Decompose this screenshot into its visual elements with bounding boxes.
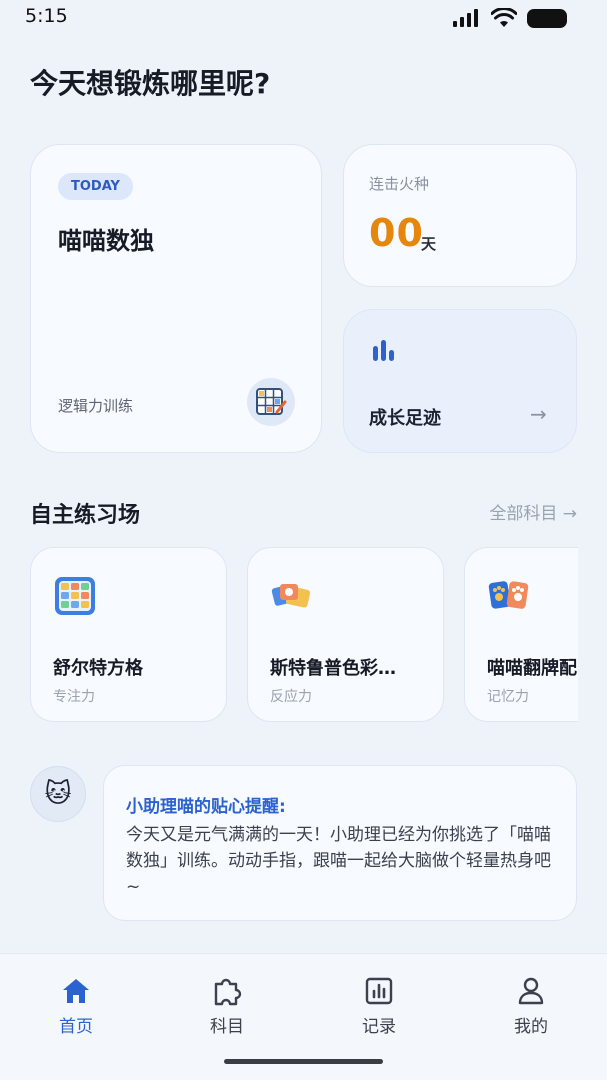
streak-label: 连击火种 [369, 175, 430, 193]
signal-icon [453, 9, 478, 27]
subject-card-schulte[interactable]: 舒尔特方格 专注力 [30, 547, 227, 722]
today-badge: TODAY [58, 173, 133, 200]
tab-records[interactable]: 记录 [329, 974, 429, 1037]
subject-scroller[interactable]: 舒尔特方格 专注力 斯特鲁普色彩… 反应力 喵喵翻牌配 记忆力 [0, 545, 578, 725]
tip-body: 今天又是元气满满的一天！小助理已经为你挑选了「喵喵数独」训练。动动手指，跟喵一起… [126, 825, 551, 897]
practice-section-title: 自主练习场 [30, 503, 141, 528]
cat-avatar: 🐱 [30, 766, 86, 822]
assistant-tip-card: 小助理喵的贴心提醒: 今天又是元气满满的一天！小助理已经为你挑选了「喵喵数独」训… [103, 765, 577, 921]
battery-icon [527, 8, 567, 28]
subject-card-stroop[interactable]: 斯特鲁普色彩… 反应力 [247, 547, 444, 722]
today-training-card[interactable]: TODAY 喵喵数独 逻辑力训练 [30, 144, 322, 453]
chart-icon [329, 974, 429, 1008]
wifi-icon [491, 8, 517, 27]
tab-home[interactable]: 首页 [26, 974, 126, 1037]
streak-unit: 天 [421, 235, 437, 253]
tab-subjects[interactable]: 科目 [177, 974, 277, 1037]
bar-chart-icon [373, 340, 394, 361]
tab-label: 记录 [362, 1017, 396, 1037]
arrow-right-icon: → [530, 402, 547, 426]
growth-card[interactable]: 成长足迹 → [343, 309, 577, 453]
tab-label: 科目 [210, 1017, 244, 1037]
color-cards-icon [270, 574, 314, 618]
home-icon [26, 974, 126, 1008]
subject-name: 喵喵翻牌配 [487, 658, 577, 679]
today-title: 喵喵数独 [58, 227, 154, 255]
streak-card[interactable]: 连击火种 00 天 [343, 144, 577, 287]
subject-tag: 专注力 [53, 689, 95, 705]
tab-profile[interactable]: 我的 [481, 974, 581, 1037]
status-time: 5:15 [25, 5, 68, 27]
subject-name: 舒尔特方格 [53, 658, 143, 679]
subject-tag: 反应力 [270, 689, 312, 705]
schulte-grid-icon [53, 574, 97, 618]
today-subtitle: 逻辑力训练 [58, 397, 134, 415]
status-bar: 5:15 [0, 0, 607, 36]
tab-label: 我的 [514, 1017, 548, 1037]
tab-label: 首页 [59, 1017, 93, 1037]
home-indicator [224, 1059, 383, 1064]
subject-name: 斯特鲁普色彩… [270, 658, 396, 679]
paw-cards-icon [487, 574, 531, 618]
sudoku-puzzle-icon [247, 378, 295, 426]
subject-card-memory[interactable]: 喵喵翻牌配 记忆力 [464, 547, 578, 722]
tip-title: 小助理喵的贴心提醒: [126, 797, 286, 817]
puzzle-icon [177, 974, 277, 1008]
all-subjects-link[interactable]: 全部科目 → [489, 499, 577, 524]
growth-label: 成长足迹 [369, 408, 441, 429]
subject-tag: 记忆力 [487, 689, 529, 705]
user-icon [481, 974, 581, 1008]
status-icons [453, 8, 567, 28]
page-title: 今天想锻炼哪里呢? [30, 67, 271, 100]
streak-value: 00 [369, 211, 424, 255]
